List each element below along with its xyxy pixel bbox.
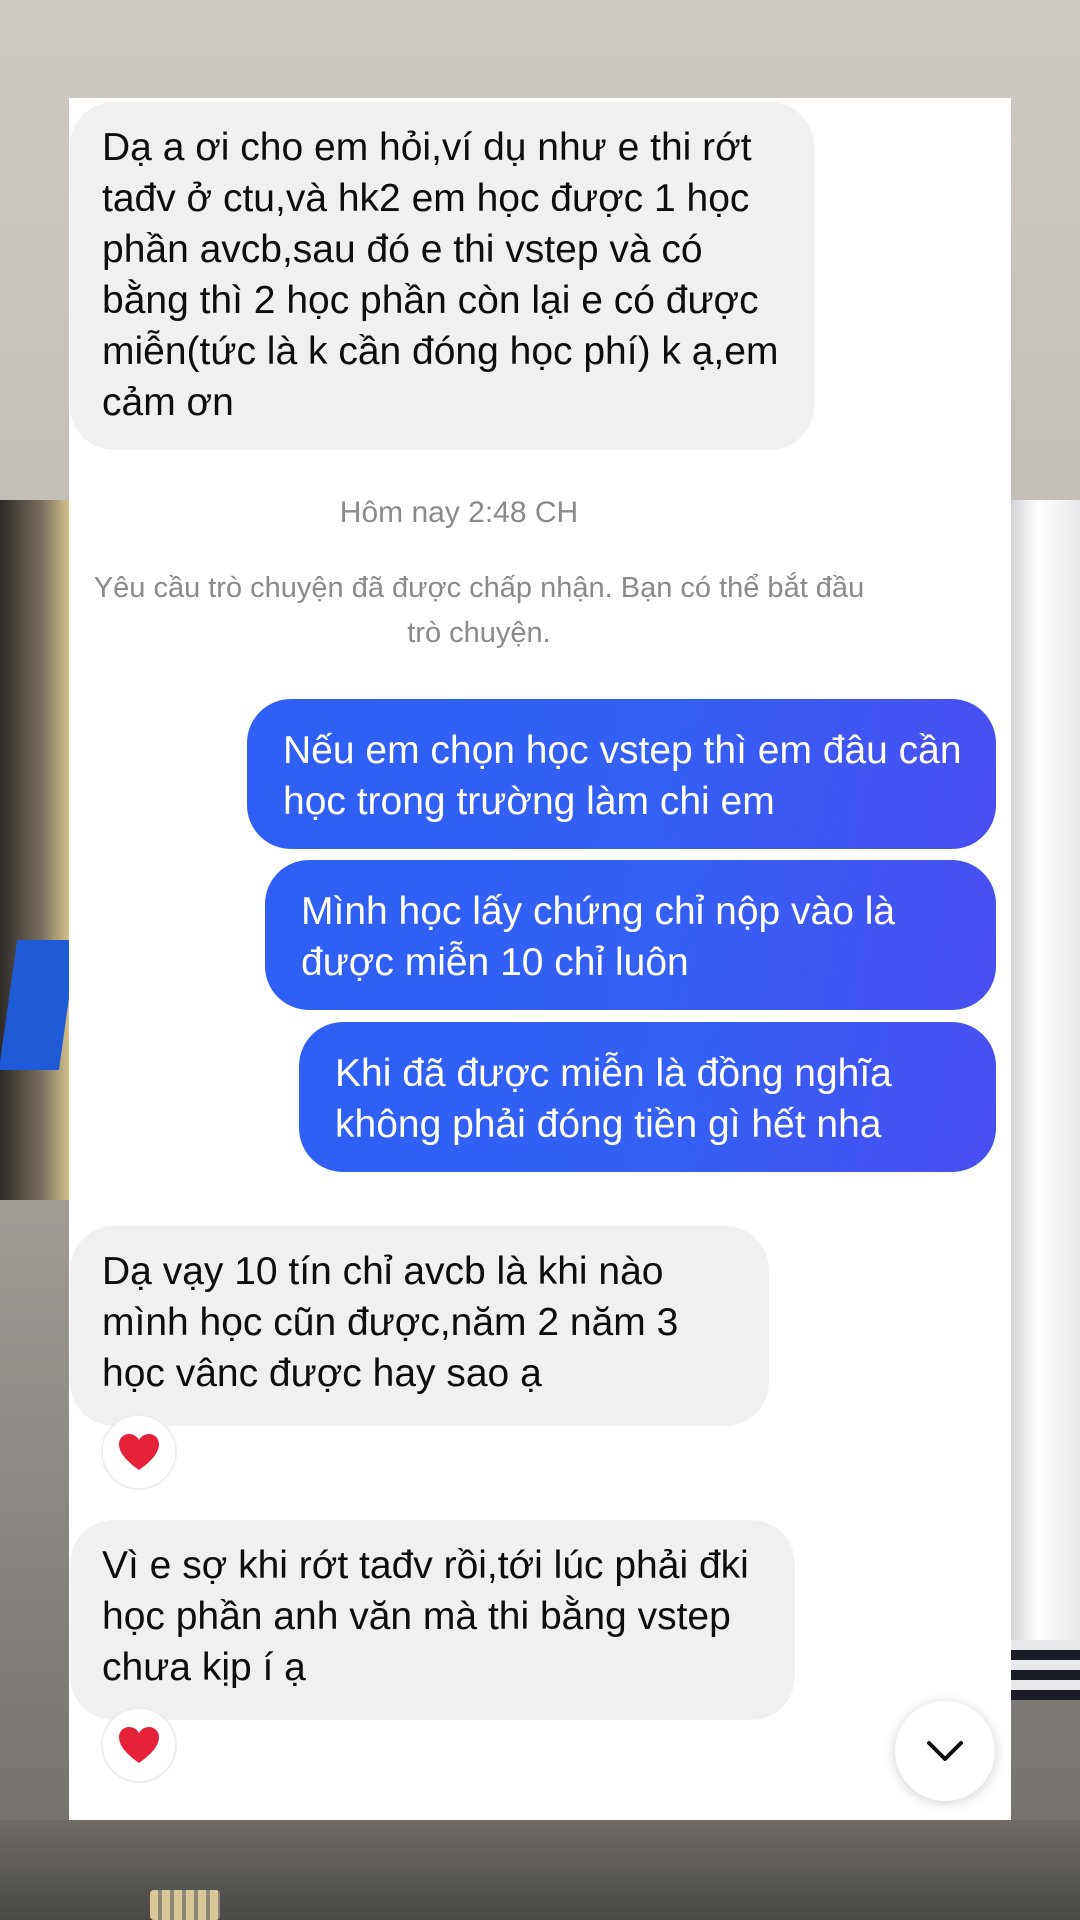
heart-icon	[119, 1434, 159, 1470]
message-text: Vì e sợ khi rớt tađv rồi,tới lúc phải đk…	[102, 1544, 749, 1689]
heart-icon	[119, 1727, 159, 1763]
message-text: Khi đã được miễn là đồng nghĩa không phả…	[335, 1052, 892, 1146]
message-sent-2: Mình học lấy chứng chỉ nộp vào là được m…	[265, 860, 996, 1010]
timestamp: Hôm nay 2:48 CH	[339, 496, 579, 529]
reaction-badge[interactable]	[101, 1707, 177, 1783]
message-received-1: Dạ a ơi cho em hỏi,ví dụ như e thi rớt t…	[70, 102, 814, 450]
message-text: Dạ a ơi cho em hỏi,ví dụ như e thi rớt t…	[102, 126, 779, 424]
background-right-shirt	[1010, 500, 1080, 1700]
message-text: Mình học lấy chứng chỉ nộp vào là được m…	[301, 890, 896, 984]
reaction-badge[interactable]	[101, 1414, 177, 1490]
background-shirt-stripe	[1010, 1640, 1080, 1700]
message-text: Dạ vạy 10 tín chỉ avcb là khi nào mình h…	[102, 1250, 679, 1395]
message-received-3: Vì e sợ khi rớt tađv rồi,tới lúc phải đk…	[70, 1520, 795, 1720]
message-sent-1: Nếu em chọn học vstep thì em đâu cần học…	[247, 699, 996, 849]
message-text: Nếu em chọn học vstep thì em đâu cần học…	[283, 729, 962, 823]
background-watch	[150, 1890, 220, 1920]
message-received-2: Dạ vạy 10 tín chỉ avcb là khi nào mình h…	[70, 1226, 769, 1426]
message-sent-3: Khi đã được miễn là đồng nghĩa không phả…	[299, 1022, 996, 1172]
chat-screenshot-panel: Dạ a ơi cho em hỏi,ví dụ như e thi rớt t…	[69, 98, 1011, 1820]
scroll-to-bottom-button[interactable]	[895, 1701, 995, 1801]
chevron-down-icon	[927, 1741, 963, 1761]
background-left-wall	[0, 500, 70, 1200]
system-notice: Yêu cầu trò chuyện đã được chấp nhận. Bạ…	[93, 572, 865, 649]
